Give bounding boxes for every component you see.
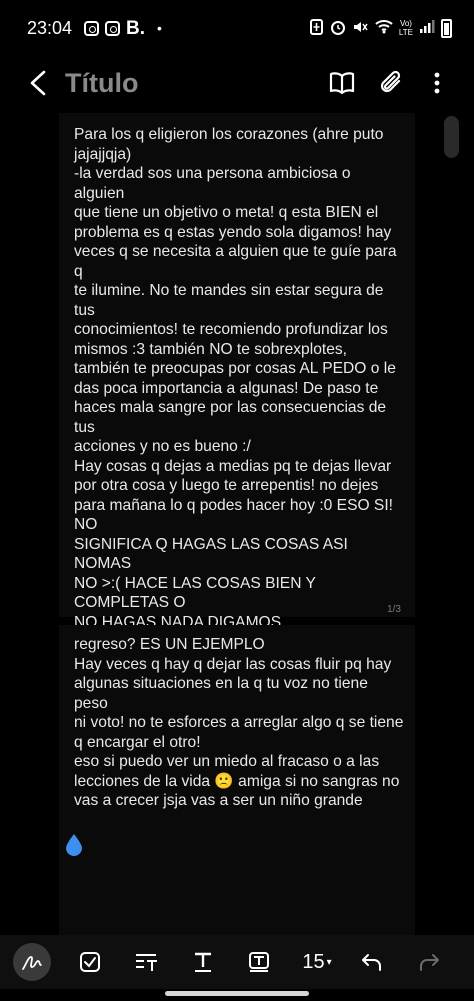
undo-icon bbox=[362, 954, 381, 971]
redo-button[interactable] bbox=[412, 945, 446, 979]
font-size-value: 15 bbox=[302, 950, 325, 973]
text-style-button[interactable] bbox=[186, 945, 220, 979]
more-vert-icon bbox=[434, 72, 440, 94]
lte-label: LTE bbox=[398, 28, 413, 37]
text-box-button[interactable] bbox=[242, 945, 276, 979]
instagram-icon bbox=[105, 20, 121, 36]
gesture-navigation-handle[interactable] bbox=[165, 991, 309, 996]
drop-handle-icon bbox=[66, 834, 82, 856]
alarm-icon bbox=[330, 19, 346, 38]
network-type: Vo) LTE bbox=[399, 19, 413, 37]
text-box-icon bbox=[249, 952, 269, 972]
text-format-button[interactable] bbox=[130, 945, 164, 979]
reading-mode-button[interactable] bbox=[327, 68, 357, 98]
scrollbar[interactable] bbox=[444, 116, 459, 158]
redo-icon bbox=[420, 954, 439, 971]
bottom-toolbar: 15 ▾ bbox=[0, 935, 474, 989]
text-format-icon bbox=[136, 954, 157, 971]
battery-saver-icon bbox=[309, 18, 324, 38]
text-style-icon bbox=[195, 952, 211, 972]
book-icon bbox=[329, 72, 355, 95]
status-right: Vo) LTE bbox=[309, 18, 452, 38]
undo-button[interactable] bbox=[355, 945, 389, 979]
wifi-icon bbox=[375, 19, 393, 37]
note-title[interactable]: Título bbox=[65, 68, 138, 99]
back-button[interactable] bbox=[25, 68, 51, 98]
cursor-handle[interactable] bbox=[65, 833, 83, 857]
status-bar: 23:04 B. • Vo) LTE bbox=[0, 0, 474, 56]
more-options-button[interactable] bbox=[422, 68, 452, 98]
b-app-icon: B. bbox=[126, 17, 146, 39]
checkbox-button[interactable] bbox=[73, 945, 107, 979]
battery-icon bbox=[441, 18, 452, 38]
font-size-dropdown[interactable]: 15 ▾ bbox=[295, 945, 339, 979]
note-body-text[interactable]: regreso? ES UN EJEMPLO Hay veces q hay q… bbox=[74, 635, 404, 811]
app-bar: Título bbox=[0, 56, 474, 112]
back-icon bbox=[30, 70, 46, 96]
instagram-icon bbox=[84, 20, 100, 36]
caret-down-icon: ▾ bbox=[326, 956, 332, 968]
page-number: 1/3 bbox=[387, 604, 401, 615]
paperclip-icon bbox=[380, 70, 401, 93]
notification-dot: • bbox=[157, 20, 162, 36]
attach-button[interactable] bbox=[377, 68, 407, 98]
volte-label: Vo) bbox=[399, 19, 412, 28]
status-time: 23:04 bbox=[27, 17, 73, 38]
note-page-2[interactable]: regreso? ES UN EJEMPLO Hay veces q hay q… bbox=[59, 625, 415, 935]
pen-icon bbox=[22, 956, 42, 970]
signal-icon bbox=[419, 19, 435, 37]
note-page-1[interactable]: Para los q eligieron los corazones (ahre… bbox=[59, 113, 415, 728]
pen-mode-button[interactable] bbox=[13, 943, 51, 981]
status-left: 23:04 B. • bbox=[27, 18, 162, 39]
mute-icon bbox=[352, 19, 369, 38]
checkbox-icon bbox=[80, 952, 100, 972]
